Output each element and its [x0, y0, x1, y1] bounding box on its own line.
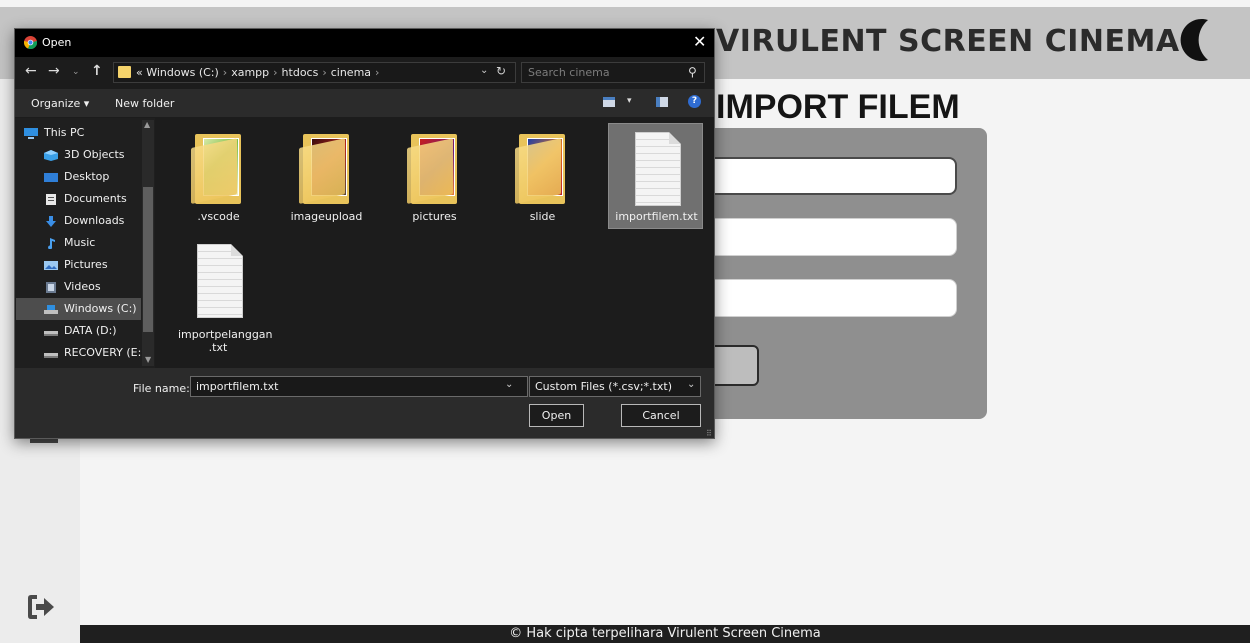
- breadcrumb-item[interactable]: cinema: [331, 66, 371, 79]
- videos-icon: [46, 282, 56, 293]
- desktop-icon: [44, 173, 58, 182]
- form-input-3[interactable]: [706, 279, 957, 317]
- chevron-down-icon[interactable]: ▾: [627, 96, 632, 106]
- chevron-down-icon[interactable]: ⌄: [480, 65, 488, 76]
- search-input[interactable]: Search cinema: [528, 66, 610, 79]
- folder-item-vscode[interactable]: .vscode: [171, 124, 266, 230]
- folder-item-slide[interactable]: slide: [495, 124, 590, 230]
- open-button[interactable]: Open: [529, 404, 584, 427]
- chevron-down-icon[interactable]: ⌄: [687, 379, 695, 390]
- drive-icon: [44, 331, 58, 336]
- nav-item-label: RECOVERY (E:): [64, 346, 146, 359]
- nav-item-label: Pictures: [64, 258, 108, 271]
- nav-item-label: Windows (C:): [64, 302, 137, 315]
- file-name: pictures: [412, 210, 457, 223]
- new-folder-button[interactable]: New folder: [115, 97, 174, 110]
- breadcrumb-item[interactable]: « Windows (C:): [136, 66, 219, 79]
- scroll-down-icon[interactable]: ▼: [145, 355, 151, 364]
- navigation-pane: This PC 3D Objects Desktop Documents Dow…: [15, 118, 155, 368]
- folder-icon: [118, 66, 131, 78]
- text-file-icon: [627, 132, 685, 206]
- form-input-2[interactable]: [706, 218, 957, 256]
- open-file-dialog: Open ✕ ← → ⌄ ↑ « Windows (C:) › xampp › htdo…: [14, 28, 715, 439]
- form-input-1[interactable]: [706, 157, 957, 195]
- downloads-icon: [46, 216, 56, 227]
- dialog-titlebar: Open ✕: [15, 29, 714, 57]
- folder-icon: [297, 132, 355, 206]
- nav-item-downloads[interactable]: Downloads: [16, 210, 141, 232]
- close-icon[interactable]: ✕: [693, 32, 706, 51]
- nav-item-label: Downloads: [64, 214, 125, 227]
- resize-grip-icon[interactable]: ⠿: [706, 429, 712, 438]
- pictures-icon: [44, 261, 58, 270]
- view-options-icon[interactable]: [603, 97, 615, 107]
- file-name: slide: [529, 210, 556, 223]
- documents-icon: [46, 194, 56, 205]
- nav-item-music[interactable]: Music: [16, 232, 141, 254]
- site-title: VIRULENT SCREEN CINEMA: [716, 24, 1180, 59]
- nav-item-recovery-e[interactable]: RECOVERY (E:): [16, 342, 146, 364]
- folder-item-pictures[interactable]: pictures: [387, 124, 482, 230]
- filetype-select[interactable]: Custom Files (*.csv;*.txt): [529, 376, 701, 397]
- refresh-icon[interactable]: ↻: [496, 64, 506, 78]
- recent-locations-icon[interactable]: ⌄: [72, 67, 80, 77]
- drive-icon: [44, 353, 58, 358]
- folder-icon: [189, 132, 247, 206]
- nav-item-label: 3D Objects: [64, 148, 125, 161]
- dialog-title: Open: [42, 36, 72, 49]
- forward-arrow-icon[interactable]: →: [48, 63, 60, 79]
- nav-item-3d-objects[interactable]: 3D Objects: [16, 144, 141, 166]
- nav-item-label: Music: [64, 236, 96, 249]
- folder-icon: [513, 132, 571, 206]
- folder-icon: [405, 132, 463, 206]
- filename-input[interactable]: importfilem.txt: [190, 376, 528, 397]
- nav-item-documents[interactable]: Documents: [16, 188, 141, 210]
- preview-pane-icon[interactable]: [656, 97, 668, 107]
- nav-item-this-pc[interactable]: This PC: [16, 122, 141, 144]
- page-title: IMPORT FILEM: [716, 88, 960, 126]
- nav-item-label: Videos: [64, 280, 101, 293]
- nav-item-desktop[interactable]: Desktop: [16, 166, 141, 188]
- nav-item-label: Documents: [64, 192, 127, 205]
- music-icon: [48, 238, 55, 249]
- scrollbar-thumb[interactable]: [143, 187, 153, 332]
- chrome-icon: [24, 36, 37, 49]
- search-icon[interactable]: ⚲: [688, 65, 697, 79]
- nav-item-windows-c[interactable]: Windows (C:): [16, 298, 141, 320]
- help-icon[interactable]: ?: [688, 95, 701, 108]
- nav-item-label: DATA (D:): [64, 324, 117, 337]
- search-box[interactable]: Search cinema ⚲: [521, 62, 705, 83]
- file-item-importfilem[interactable]: importfilem.txt: [608, 123, 703, 229]
- scroll-up-icon[interactable]: ▲: [144, 120, 150, 129]
- folder-item-imageupload[interactable]: imageupload: [279, 124, 374, 230]
- file-item-importpelanggan[interactable]: importpelanggan .txt: [171, 236, 273, 360]
- breadcrumb-item[interactable]: htdocs: [282, 66, 319, 79]
- file-list: .vscode imageupload pictures slide impor…: [157, 118, 714, 368]
- file-name: importfilem.txt: [615, 210, 698, 223]
- text-file-icon: [189, 244, 247, 318]
- nav-item-label: This PC: [44, 126, 85, 139]
- up-arrow-icon[interactable]: ↑: [91, 63, 103, 79]
- filename-label: File name:: [133, 382, 190, 395]
- computer-icon: [24, 128, 38, 139]
- logout-icon[interactable]: [25, 592, 57, 622]
- organize-button[interactable]: Organize ▾: [31, 97, 89, 110]
- footer: © Hak cipta terpelihara Virulent Screen …: [80, 625, 1250, 643]
- moon-icon[interactable]: [1178, 16, 1226, 64]
- address-bar[interactable]: « Windows (C:) › xampp › htdocs › cinema › ⌄ ↻: [113, 62, 516, 83]
- nav-item-pictures[interactable]: Pictures: [16, 254, 141, 276]
- back-arrow-icon[interactable]: ←: [25, 63, 37, 79]
- chevron-down-icon[interactable]: ⌄: [505, 379, 513, 390]
- nav-item-data-d[interactable]: DATA (D:): [16, 320, 141, 342]
- breadcrumb-item[interactable]: xampp: [231, 66, 269, 79]
- 3d-objects-icon: [44, 150, 58, 161]
- cancel-button[interactable]: Cancel: [621, 404, 701, 427]
- file-name: importpelanggan .txt: [178, 328, 273, 354]
- drive-icon: [44, 305, 58, 314]
- nav-item-videos[interactable]: Videos: [16, 276, 141, 298]
- breadcrumb: « Windows (C:) › xampp › htdocs › cinema ›: [136, 66, 380, 79]
- file-name: imageupload: [290, 210, 363, 223]
- file-name: .vscode: [197, 210, 240, 223]
- nav-item-label: Desktop: [64, 170, 110, 183]
